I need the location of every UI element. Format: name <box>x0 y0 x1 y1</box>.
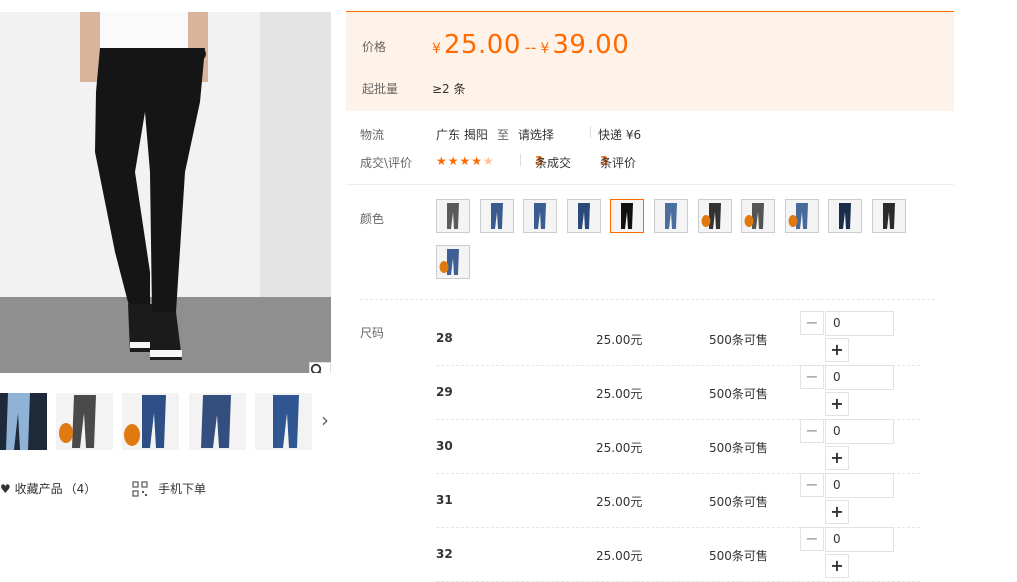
color-swatch-blue-dark[interactable] <box>828 199 863 233</box>
color-swatch-blue-fleece[interactable] <box>784 199 819 233</box>
decrement-button[interactable]: − <box>800 527 824 551</box>
size-value: 31 <box>436 493 453 507</box>
quantity-input[interactable]: 0 <box>825 419 894 444</box>
deals-label: 成交\评价 <box>360 156 413 170</box>
size-value: 29 <box>436 385 453 399</box>
favorite-product-button[interactable]: ♥ 收藏产品 （4） <box>0 480 96 497</box>
increment-button[interactable]: + <box>825 554 849 578</box>
price-panel: 价格 ¥ 25.00 -- ¥ 39.00 起批量 ≥2 条 <box>346 11 954 111</box>
price-separator: -- <box>524 38 537 57</box>
main-product-image[interactable] <box>0 12 331 373</box>
chevron-down-icon: ⌄ <box>528 126 537 137</box>
size-stock: 500条可售 <box>709 549 768 563</box>
increment-button[interactable]: + <box>825 392 849 416</box>
size-row: 31 25.00元 500条可售 −0 + <box>436 473 920 528</box>
quantity-input[interactable]: 0 <box>825 365 894 390</box>
thumbnail[interactable] <box>255 393 312 450</box>
reviews-text: 条评价 <box>600 156 637 170</box>
thumbnail[interactable] <box>189 393 246 450</box>
increment-button[interactable]: + <box>825 338 849 362</box>
deals-text: 条成交 <box>535 156 572 170</box>
size-label: 尺码 <box>360 326 385 340</box>
color-swatch-blue[interactable] <box>523 199 558 233</box>
decrement-button[interactable]: − <box>800 419 824 443</box>
size-row: 28 25.00元 500条可售 −0 + <box>436 311 920 366</box>
thumbnail[interactable] <box>122 393 179 450</box>
quantity-input[interactable]: 0 <box>825 527 894 552</box>
increment-button[interactable]: + <box>825 446 849 470</box>
moq-label: 起批量 <box>362 82 399 96</box>
express-fee: 快递 ¥6 <box>598 128 642 142</box>
color-swatch-blue-fleece-2[interactable] <box>436 245 470 279</box>
color-swatch-blue-pose[interactable] <box>566 199 601 233</box>
size-price: 25.00元 <box>596 387 643 401</box>
shipping-label: 物流 <box>360 128 385 142</box>
price-max: 39.00 <box>552 30 630 60</box>
decrement-button[interactable]: − <box>800 473 824 497</box>
deals-row: 成交\评价 ★★★★ ★ 3 条成交 3 条评价 <box>360 154 960 172</box>
quantity-input[interactable]: 0 <box>825 311 894 336</box>
divider <box>346 184 954 185</box>
thumbnail[interactable] <box>0 393 47 450</box>
price-label: 价格 <box>362 40 387 54</box>
color-swatch-grey-fleece[interactable] <box>741 199 776 233</box>
decrement-button[interactable]: − <box>800 311 824 335</box>
rating-stars: ★★★★ ★ <box>436 154 495 168</box>
color-swatch-black-grey[interactable] <box>872 199 906 233</box>
shipping-origin: 广东 揭阳 <box>436 128 488 142</box>
favorite-count: （4） <box>64 482 97 496</box>
color-swatch-blue-pose-2[interactable] <box>654 199 688 233</box>
color-label: 颜色 <box>360 212 385 226</box>
price-min: 25.00 <box>443 30 521 60</box>
shipping-to: 至 <box>497 128 510 142</box>
size-stock: 500条可售 <box>709 441 768 455</box>
heart-icon: ♥ <box>0 482 15 496</box>
magnifier-icon <box>310 363 322 373</box>
thumbnail[interactable] <box>56 393 113 450</box>
decrement-button[interactable]: − <box>800 365 824 389</box>
color-swatch-blue[interactable] <box>479 199 514 233</box>
currency-symbol: ¥ <box>432 41 441 57</box>
shipping-row: 物流 广东 揭阳 至 请选择 ⌄ 快递 ¥6 <box>360 126 960 144</box>
size-value: 30 <box>436 439 453 453</box>
divider <box>360 299 935 300</box>
currency-symbol: ¥ <box>540 41 550 57</box>
qr-code-icon <box>132 480 148 497</box>
color-swatch-black[interactable] <box>610 199 645 233</box>
size-price: 25.00元 <box>596 495 643 509</box>
size-stock: 500条可售 <box>709 495 768 509</box>
quantity-input[interactable]: 0 <box>825 473 894 498</box>
increment-button[interactable]: + <box>825 500 849 524</box>
mobile-order-button[interactable]: 手机下单 <box>132 480 206 497</box>
size-value: 28 <box>436 331 453 345</box>
size-price: 25.00元 <box>596 333 643 347</box>
mobile-order-label: 手机下单 <box>158 482 207 496</box>
zoom-button[interactable] <box>309 362 331 373</box>
size-row: 32 25.00元 500条可售 −0 + <box>436 527 920 582</box>
price-range: ¥ 25.00 -- ¥ 39.00 <box>432 30 629 60</box>
size-price: 25.00元 <box>596 441 643 455</box>
size-stock: 500条可售 <box>709 333 768 347</box>
size-row: 30 25.00元 500条可售 −0 + <box>436 419 920 474</box>
size-value: 32 <box>436 547 453 561</box>
chevron-right-icon[interactable]: › <box>318 406 332 434</box>
favorite-label: 收藏产品 <box>14 482 63 496</box>
color-swatch-grey[interactable] <box>436 199 470 233</box>
size-price: 25.00元 <box>596 549 643 563</box>
moq-value: ≥2 条 <box>432 82 466 96</box>
size-row: 29 25.00元 500条可售 −0 + <box>436 365 920 420</box>
size-stock: 500条可售 <box>709 387 768 401</box>
color-swatch-dark-fleece[interactable] <box>697 199 732 233</box>
